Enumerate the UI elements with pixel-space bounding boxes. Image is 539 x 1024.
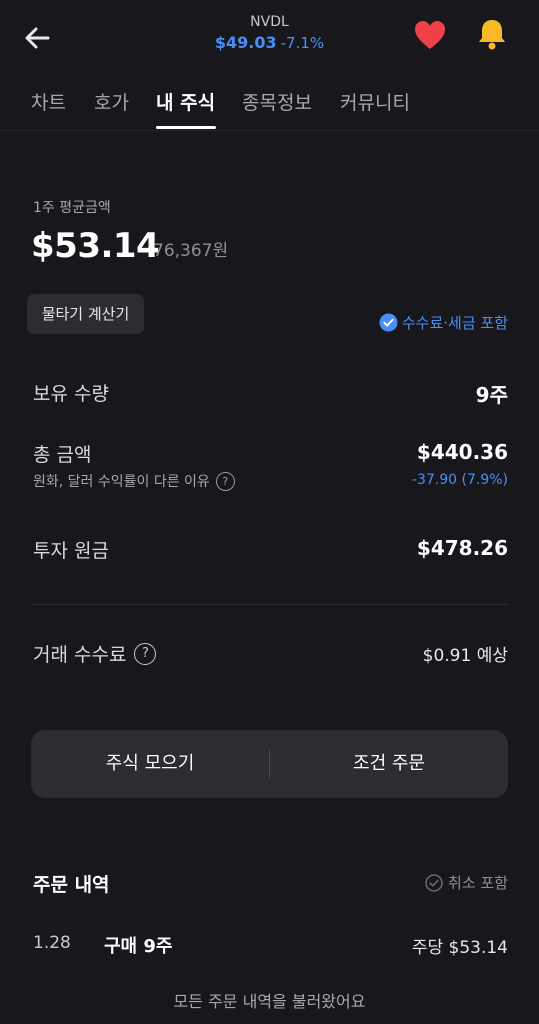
check-circle-outline-icon <box>425 873 443 892</box>
ticker-summary: NVDL $49.03 -7.1% <box>0 14 539 52</box>
top-bar: NVDL $49.03 -7.1% <box>0 0 539 80</box>
tab-orderbook[interactable]: 호가 <box>94 88 129 115</box>
trading-fee-label: 거래 수수료 <box>33 644 127 666</box>
price-change: -7.1% <box>280 34 325 52</box>
section-divider <box>31 604 508 605</box>
question-icon: ? <box>215 471 235 491</box>
avg-price-value: $53.14 <box>31 226 160 266</box>
all-orders-loaded-note: 모든 주문 내역을 불러왔어요 <box>173 992 366 1011</box>
return-difference-help[interactable]: 원화, 달러 수익률이 다른 이유 ? <box>33 471 235 491</box>
tab-stock-info[interactable]: 종목정보 <box>242 88 312 115</box>
bell-icon <box>479 20 505 50</box>
return-difference-label: 원화, 달러 수익률이 다른 이유 <box>33 474 210 490</box>
avg-price-krw: 76,367원 <box>153 241 229 261</box>
total-return-value: -37.90 (7.9%) <box>411 472 508 488</box>
action-bar: 주식 모으기 조건 주문 <box>31 730 508 798</box>
trading-fee-help[interactable]: 거래 수수료 ? <box>33 640 157 667</box>
active-tab-indicator <box>156 126 216 129</box>
tab-chart[interactable]: 차트 <box>31 88 66 115</box>
fee-tax-included-toggle[interactable]: 수수료·세금 포함 <box>379 312 508 333</box>
conditional-order-button[interactable]: 조건 주문 <box>270 730 508 798</box>
tab-community[interactable]: 커뮤니티 <box>340 88 410 115</box>
total-amount-value: $440.36 <box>416 440 508 464</box>
question-icon: ? <box>134 642 157 665</box>
order-history-title: 주문 내역 <box>33 874 110 896</box>
current-price: $49.03 <box>214 33 277 52</box>
quantity-value: 9주 <box>475 383 508 407</box>
auto-invest-button[interactable]: 주식 모으기 <box>31 730 269 798</box>
include-cancelled-label: 취소 포함 <box>448 874 508 892</box>
principal-value: $478.26 <box>416 536 508 560</box>
include-cancelled-toggle[interactable]: 취소 포함 <box>425 872 508 893</box>
tab-my-stock[interactable]: 내 주식 <box>156 88 215 115</box>
check-circle-icon <box>379 313 398 332</box>
total-amount-label: 총 금액 <box>33 444 92 466</box>
heart-icon <box>415 21 445 49</box>
alert-button[interactable] <box>474 16 510 52</box>
favorite-button[interactable] <box>412 18 448 52</box>
fee-tax-included-label: 수수료·세금 포함 <box>401 314 508 332</box>
tab-bar: 차트 호가 내 주식 종목정보 커뮤니티 <box>0 84 539 131</box>
ticker-symbol: NVDL <box>250 14 289 30</box>
avg-price-label: 1주 평균금액 <box>33 200 111 216</box>
trading-fee-value: $0.91 예상 <box>422 646 508 666</box>
order-unit-price: 주당 $53.14 <box>411 938 508 958</box>
principal-label: 투자 원금 <box>33 540 109 562</box>
order-description: 구매 9주 <box>104 936 173 957</box>
quantity-label: 보유 수량 <box>33 383 109 405</box>
order-date: 1.28 <box>33 933 71 953</box>
averaging-calculator-button[interactable]: 물타기 계산기 <box>27 294 144 334</box>
